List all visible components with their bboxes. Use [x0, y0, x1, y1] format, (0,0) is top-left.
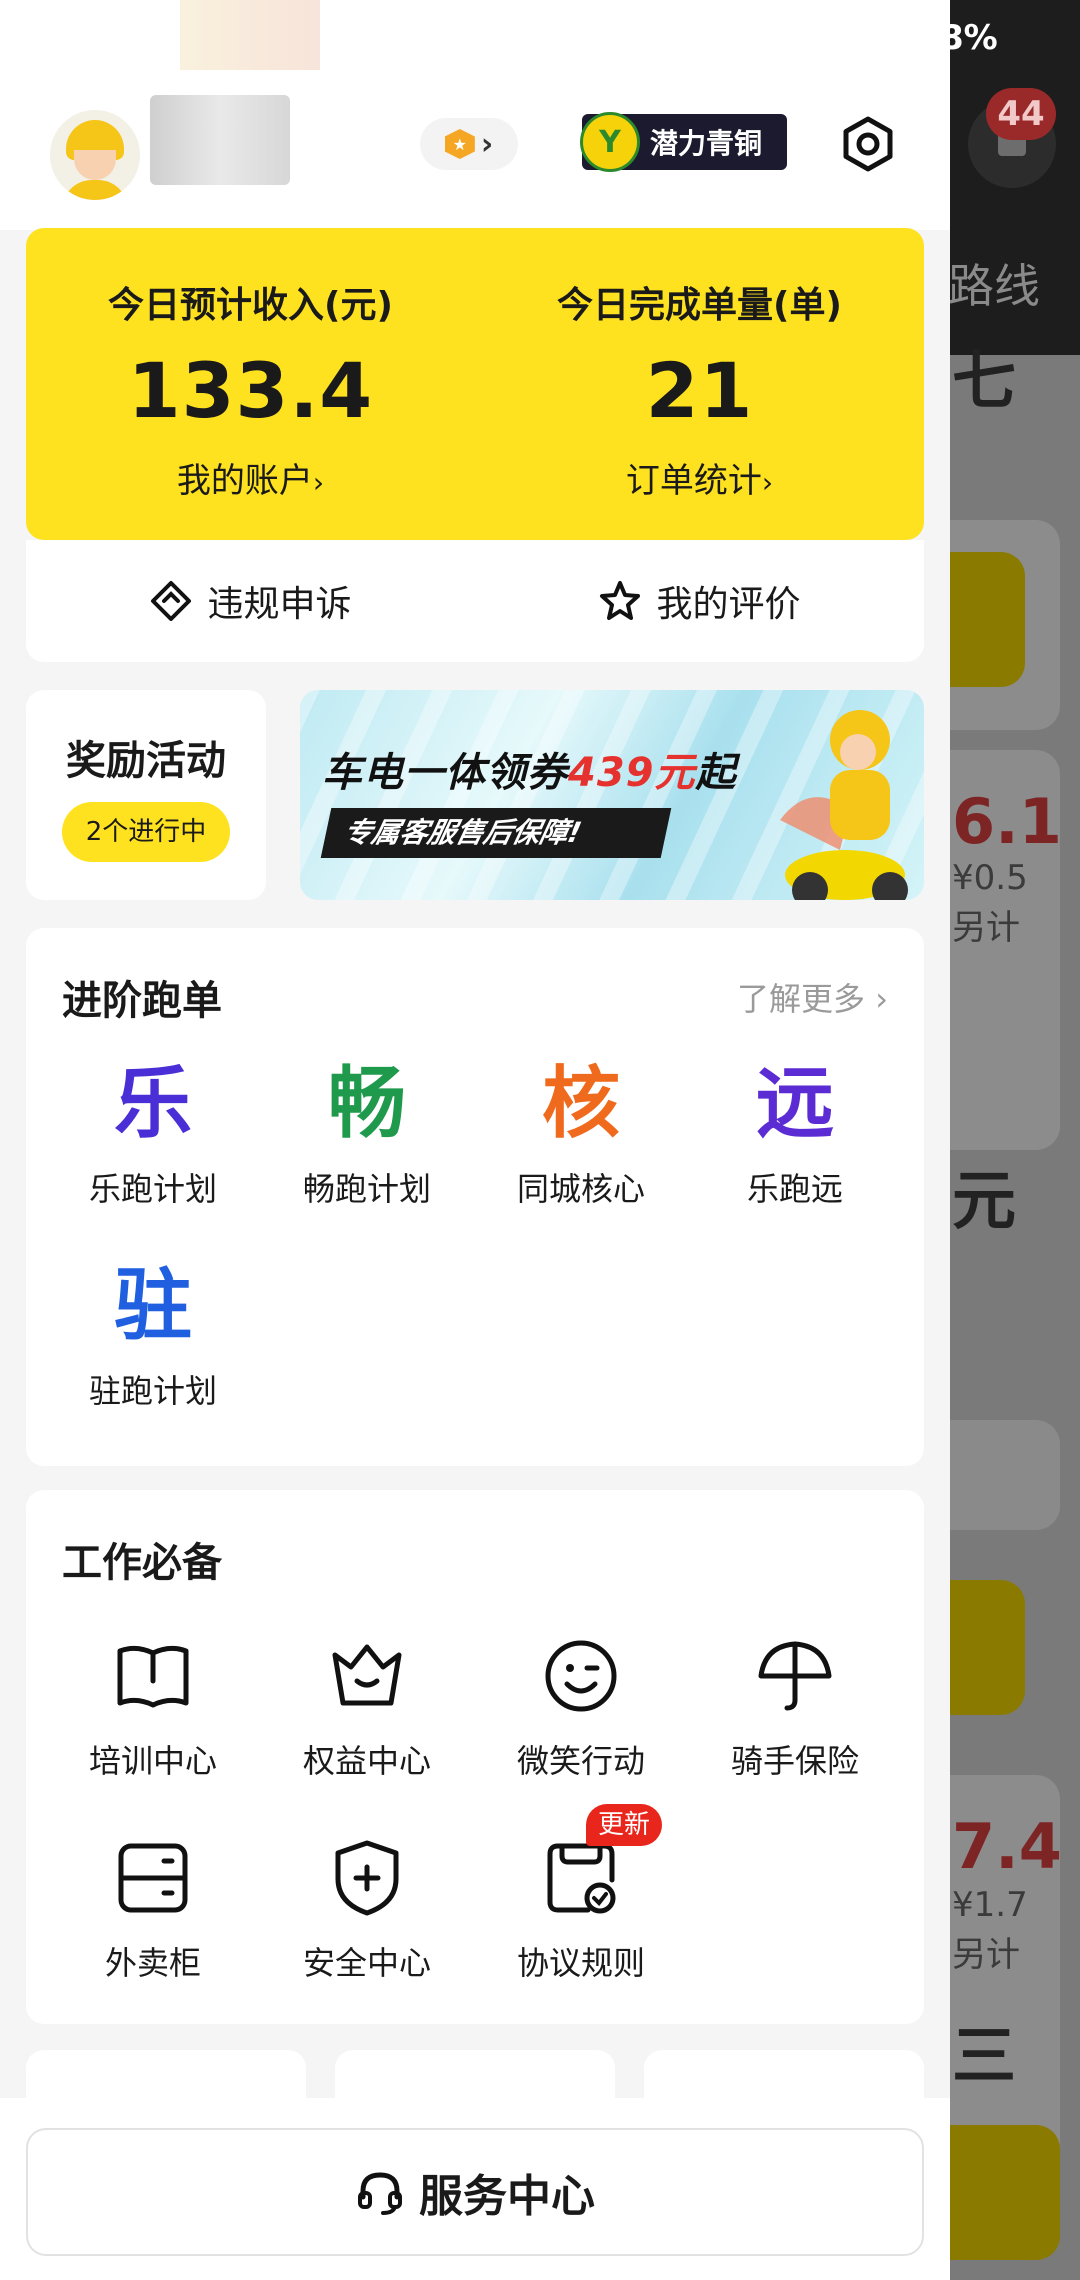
chevron-right-icon: ›	[312, 466, 325, 499]
locker-icon	[46, 1830, 260, 1926]
crown-icon	[260, 1628, 474, 1724]
violation-appeal-button[interactable]: 违规申诉	[26, 540, 475, 662]
rewards-title: 奖励活动	[66, 738, 226, 784]
bg-button	[950, 552, 1025, 687]
section-title: 进阶跑单	[62, 978, 222, 1024]
plan-lepao[interactable]: 乐 乐跑计划	[46, 1056, 260, 1210]
service-center-button[interactable]: 服务中心	[26, 2128, 924, 2256]
essential-label: 外卖柜	[104, 1944, 201, 1982]
service-center-label: 服务中心	[419, 2171, 595, 2222]
plan-city-core[interactable]: 核 同城核心	[474, 1056, 688, 1210]
notification-badge: 44	[986, 88, 1056, 140]
section-title: 工作必备	[62, 1540, 222, 1586]
profile-header: ★ › Y 潜力青铜	[0, 0, 950, 230]
settings-icon[interactable]	[840, 116, 896, 172]
plan-zhupao[interactable]: 驻 驻跑计划	[46, 1258, 260, 1412]
learn-more-link[interactable]: 了解更多 ›	[737, 974, 888, 1020]
essential-label: 权益中心	[302, 1742, 431, 1780]
bg-snippet: 另计	[952, 1935, 1020, 1975]
bg-snippet: 6.1	[952, 785, 1062, 858]
plan-label: 同城核心	[516, 1170, 645, 1208]
quick-actions: 违规申诉 我的评价	[26, 540, 924, 662]
update-badge: 更新	[586, 1804, 663, 1846]
plan-label: 驻跑计划	[88, 1372, 217, 1410]
bg-snippet: ¥1.7	[952, 1885, 1028, 1925]
plan-glyph: 畅	[327, 1059, 406, 1149]
service-bar: 服务中心	[0, 2098, 950, 2280]
essential-label: 微笑行动	[516, 1742, 645, 1780]
chevron-right-icon: ›	[761, 466, 774, 499]
book-icon	[46, 1628, 260, 1724]
headset-icon	[358, 2172, 402, 2215]
agreement-rules[interactable]: 更新 协议规则	[474, 1804, 688, 1984]
potential-level-badge[interactable]: Y 潜力青铜	[580, 112, 787, 172]
bg-select	[950, 1420, 1060, 1530]
rewards-status-pill: 2个进行中	[62, 802, 230, 862]
battery-indicator: 8%	[950, 18, 998, 58]
umbrella-icon	[688, 1628, 902, 1724]
rider-insurance[interactable]: 骑手保险	[688, 1628, 902, 1782]
smile-icon	[474, 1628, 688, 1724]
potential-level-label: 潜力青铜	[650, 127, 763, 160]
bg-snippet: 7.4	[952, 1810, 1062, 1883]
essential-label: 骑手保险	[730, 1742, 859, 1780]
plan-lepao-yuan[interactable]: 远 乐跑远	[688, 1056, 902, 1210]
essential-label: 协议规则	[516, 1944, 645, 1982]
route-text: 路线	[950, 259, 1040, 313]
plan-glyph: 核	[541, 1059, 620, 1149]
advanced-section: 进阶跑单 了解更多 › 乐 乐跑计划 畅 畅跑计划 核 同城核心 远 乐跑远 驻…	[26, 928, 924, 1466]
bg-snippet: 另计	[952, 908, 1020, 948]
bg-button	[950, 1580, 1025, 1715]
username-blurred	[150, 95, 290, 185]
safety-center[interactable]: 安全中心	[260, 1830, 474, 1984]
essential-label: 安全中心	[302, 1944, 431, 1982]
plan-label: 乐跑远	[746, 1170, 843, 1208]
benefits-center[interactable]: 权益中心	[260, 1628, 474, 1782]
bg-snippet: ¥0.5	[952, 858, 1028, 898]
income-label: 今日预计收入(元)	[108, 285, 393, 326]
banner-headline: 车电一体领券439元起	[322, 750, 737, 796]
chevron-right-icon: ›	[480, 126, 494, 162]
plan-glyph: 乐	[113, 1059, 192, 1149]
earnings-card: 今日预计收入(元) 133.4 我的账户› 今日完成单量(单) 21 订单统计›	[26, 228, 924, 540]
plan-glyph: 驻	[113, 1261, 192, 1351]
plan-label: 畅跑计划	[302, 1170, 431, 1208]
bg-button	[950, 2125, 1060, 2260]
shield-icon	[260, 1830, 474, 1926]
agreement-icon	[474, 1830, 688, 1926]
plan-changpao[interactable]: 畅 畅跑计划	[260, 1056, 474, 1210]
side-drawer: ★ › Y 潜力青铜 今日预计收入(元) 133.4 我的账户› 今日完成单量(…	[0, 0, 950, 2280]
star-icon	[600, 581, 641, 620]
star-hex-icon: ★	[444, 129, 475, 159]
my-account-link[interactable]: 我的账户›	[26, 453, 475, 502]
bg-snippet: 三	[952, 2020, 1016, 2094]
rewards-card[interactable]: 奖励活动 2个进行中	[26, 690, 266, 900]
plan-label: 乐跑计划	[88, 1170, 217, 1208]
order-stats-link[interactable]: 订单统计›	[475, 453, 924, 502]
level-pill[interactable]: ★ ›	[420, 118, 518, 170]
sprout-icon: Y	[580, 112, 640, 172]
income-value: 133.4	[127, 346, 374, 435]
essential-label: 培训中心	[88, 1742, 217, 1780]
avatar[interactable]	[50, 110, 140, 200]
blurred-region	[180, 0, 320, 70]
bg-snippet: 七	[952, 345, 1016, 419]
essentials-section: 工作必备 培训中心 权益中心 微笑行动 骑手保险 外卖柜 安全中心 更新 协议规…	[26, 1490, 924, 2024]
smile-action[interactable]: 微笑行动	[474, 1628, 688, 1782]
promo-banner[interactable]: 车电一体领券439元起 专属客服售后保障!	[300, 690, 924, 900]
bg-snippet: 元	[952, 1165, 1016, 1239]
training-center[interactable]: 培训中心	[46, 1628, 260, 1782]
background-app: 8% 44 路线 七 6.1 ¥0.5 另计 元 7.4 ¥1.7 另计 三	[950, 0, 1080, 2280]
appeal-label: 违规申诉	[207, 584, 352, 625]
takeout-locker[interactable]: 外卖柜	[46, 1830, 260, 1984]
orders-value: 21	[645, 346, 754, 435]
orders-label: 今日完成单量(单)	[557, 285, 842, 326]
my-review-button[interactable]: 我的评价	[475, 540, 924, 662]
appeal-icon	[151, 581, 192, 621]
rider-scooter-illustration	[780, 710, 908, 900]
review-label: 我的评价	[656, 584, 801, 625]
plan-glyph: 远	[755, 1059, 834, 1149]
banner-subtitle: 专属客服售后保障!	[320, 808, 672, 858]
